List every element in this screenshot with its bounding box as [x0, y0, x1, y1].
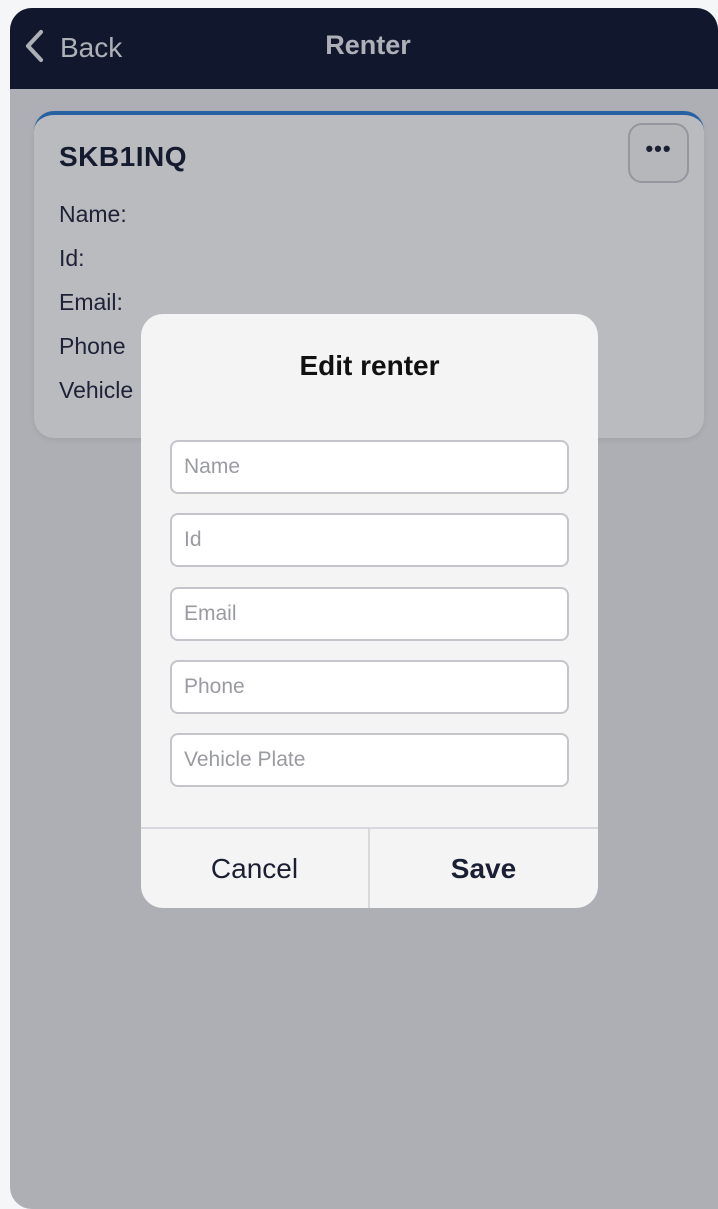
dialog-title: Edit renter	[299, 350, 440, 381]
name-input[interactable]	[170, 440, 569, 494]
save-button[interactable]: Save	[370, 829, 597, 908]
phone-input[interactable]	[170, 660, 569, 714]
id-input[interactable]	[170, 513, 569, 567]
vehicle-plate-input[interactable]	[170, 733, 569, 787]
edit-renter-dialog: Edit renter Cancel Save	[141, 314, 598, 908]
app-screen: Back Renter SKB1INQ ••• Name: Id: Email:…	[10, 8, 718, 1209]
email-input[interactable]	[170, 587, 569, 641]
cancel-button[interactable]: Cancel	[141, 829, 368, 908]
